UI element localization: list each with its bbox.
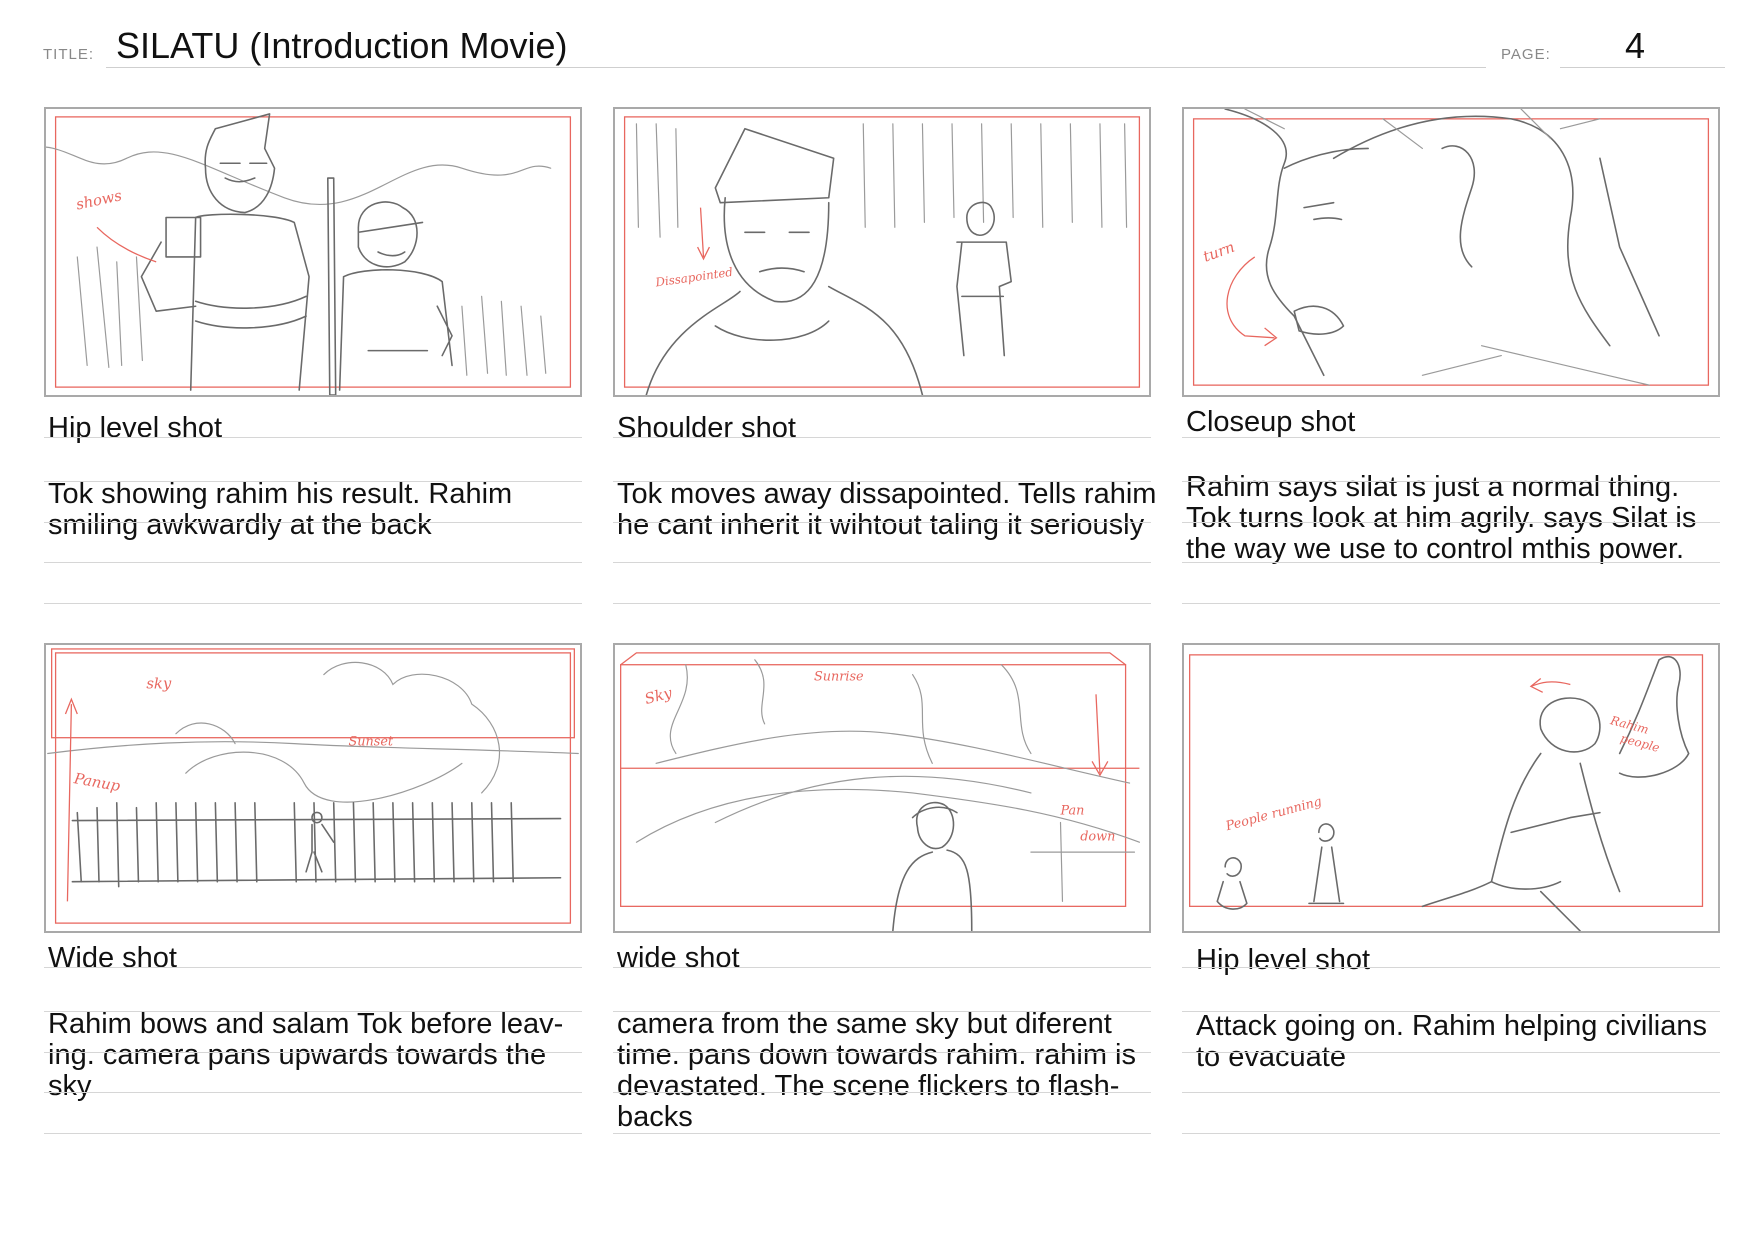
annotation-shows: shows: [75, 187, 124, 213]
ruled-line: [1182, 437, 1720, 438]
shot-type-1: Hip level shot: [48, 412, 223, 444]
ruled-line: [44, 1133, 582, 1134]
ruled-line: [613, 1011, 1151, 1012]
page-underline: [1560, 67, 1725, 68]
panel-1-sketch: shows: [46, 113, 572, 395]
ruled-line: [1182, 603, 1720, 604]
shot-type-2: Shoulder shot: [617, 412, 796, 444]
ruled-line: [1182, 481, 1720, 482]
shot-type-6: Hip level shot: [1196, 944, 1371, 976]
shot-type-3: Closeup shot: [1186, 406, 1356, 438]
annotation-sky: Sky: [643, 684, 675, 708]
panel-3-sketch: turn: [1192, 109, 1710, 386]
panel-4-sketch: sky Sunset Panup: [47, 648, 579, 924]
ruled-line: [44, 481, 582, 482]
shot-description-3: Rahim says silat is just a normal thing.…: [1186, 471, 1697, 565]
ruled-line: [44, 967, 582, 968]
shot-description-4: Rahim bows and salam Tok before leav-ing…: [48, 1008, 564, 1102]
ruled-line: [1182, 1011, 1720, 1012]
ruled-line: [613, 1133, 1151, 1134]
annotation-down: down: [1080, 829, 1115, 844]
storyboard-panel-2: Dissapointed: [613, 107, 1151, 397]
storyboard-panel-3: turn: [1182, 107, 1720, 397]
storyboard-panel-1: shows: [44, 107, 582, 397]
ruled-line: [1182, 522, 1720, 523]
ruled-line: [613, 1052, 1151, 1053]
storyboard-panel-5: Sky Sunrise Pan down: [613, 643, 1151, 933]
page-number: 4: [1625, 25, 1646, 66]
storyboard-panel-6: People running Rahim people: [1182, 643, 1720, 933]
ruled-line: [613, 522, 1151, 523]
ruled-line: [44, 562, 582, 563]
ruled-line: [44, 437, 582, 438]
annotation-sunset: Sunset: [349, 735, 394, 750]
panel-6-sketch: People running Rahim people: [1189, 654, 1704, 931]
ruled-line: [613, 562, 1151, 563]
shot-type-4: Wide shot: [48, 942, 177, 974]
ruled-line: [613, 603, 1151, 604]
title-label: TITLE:: [43, 46, 95, 63]
title-underline: [106, 67, 1486, 68]
storyboard-panel-4: sky Sunset Panup: [44, 643, 582, 933]
ruled-line: [1182, 1133, 1720, 1134]
shot-description-6: Attack going on. Rahim helping civilians…: [1196, 1010, 1707, 1073]
ruled-line: [44, 522, 582, 523]
annotation-sky: sky: [146, 675, 172, 692]
annotation-dissapointed: Dissapointed: [654, 265, 734, 290]
annotation-sunrise: Sunrise: [814, 670, 864, 685]
ruled-line: [613, 1092, 1151, 1093]
ruled-line: [44, 603, 582, 604]
shot-type-5: wide shot: [617, 942, 740, 974]
document-title: SILATU (Introduction Movie): [116, 25, 568, 66]
shot-description-5: camera from the same sky but diferent ti…: [617, 1008, 1136, 1133]
annotation-turn: turn: [1201, 239, 1237, 266]
ruled-line: [613, 967, 1151, 968]
ruled-line: [44, 1092, 582, 1093]
page-label: PAGE:: [1501, 46, 1551, 63]
panel-2-sketch: Dissapointed: [623, 116, 1141, 395]
ruled-line: [44, 1052, 582, 1053]
ruled-line: [1182, 967, 1720, 968]
ruled-line: [1182, 1052, 1720, 1053]
annotation-pan: Pan: [1060, 804, 1085, 819]
annotation-people-running: People running: [1223, 794, 1323, 834]
shot-description-1: Tok showing rahim his result. Rahim smil…: [48, 478, 513, 541]
ruled-line: [613, 437, 1151, 438]
ruled-line: [1182, 1092, 1720, 1093]
ruled-line: [613, 481, 1151, 482]
shot-description-2: Tok moves away dissapointed. Tells rahim…: [617, 478, 1157, 541]
annotation-panup: Panup: [72, 770, 122, 795]
ruled-line: [44, 1011, 582, 1012]
ruled-line: [1182, 562, 1720, 563]
panel-5-sketch: Sky Sunrise Pan down: [620, 652, 1140, 931]
